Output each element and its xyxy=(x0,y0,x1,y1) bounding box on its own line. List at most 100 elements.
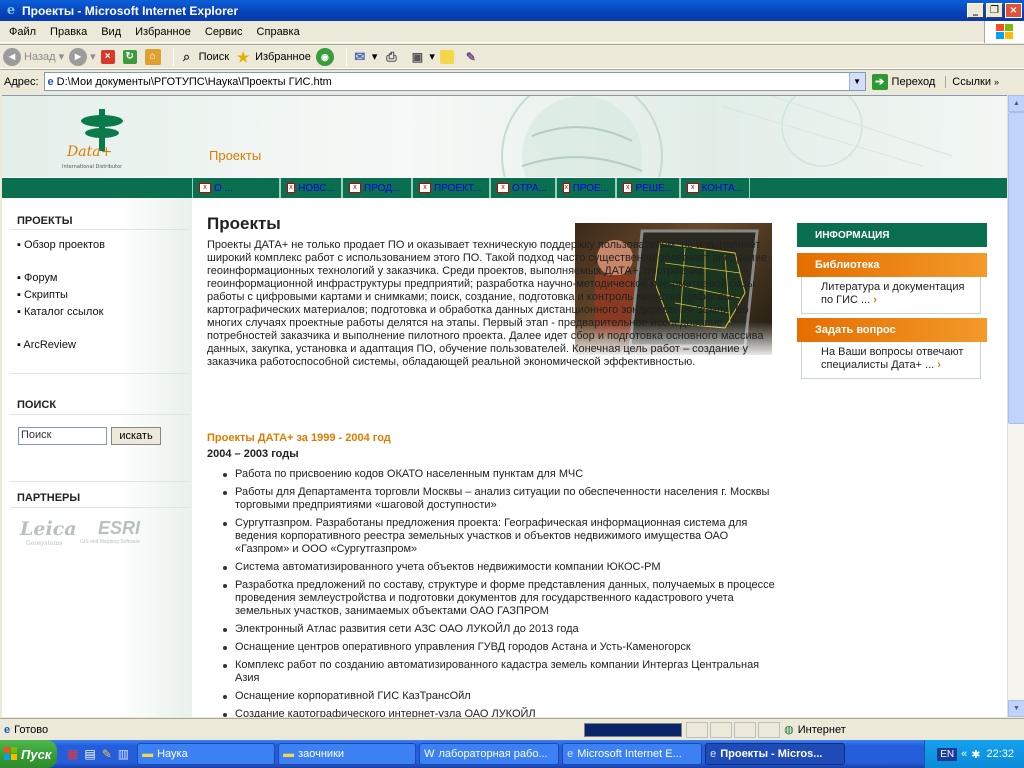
sidebar-item-forum[interactable]: ▪ Форум xyxy=(17,272,57,284)
stop-icon: × xyxy=(100,49,115,64)
app-icon[interactable]: ▥ xyxy=(118,747,129,761)
vertical-scrollbar[interactable]: ▲ ▼ xyxy=(1007,95,1024,717)
status-pane xyxy=(758,721,781,738)
media-button[interactable]: ◉ xyxy=(315,47,337,66)
favorites-label: Избранное xyxy=(255,50,311,63)
nav-item-news[interactable]: x НОВС... xyxy=(280,178,342,198)
search-icon: ⌕ xyxy=(183,48,191,64)
forward-arrow-icon: ► xyxy=(69,47,88,66)
links-chevron-icon[interactable]: » xyxy=(994,77,999,87)
nav-item-contacts[interactable]: x КОНТА... xyxy=(680,178,750,198)
taskbar-item[interactable]: Wлабораторная рабо... xyxy=(419,743,560,765)
library-description[interactable]: Литература и документация по ГИС ... › xyxy=(801,277,981,314)
home-button[interactable]: ⌂ xyxy=(144,48,164,65)
partner-esri-logo[interactable]: ESRI GIS and Mapping Software xyxy=(80,518,140,545)
list-item: Оснащение корпоративной ГИС КазТрансОйл xyxy=(223,690,780,703)
app-icon[interactable]: ▦ xyxy=(67,747,78,761)
sidebar-item-links-catalog[interactable]: ▪ Каталог ссылок xyxy=(17,306,103,318)
nav-item-projects[interactable]: x ПРОЕКТ... xyxy=(412,178,490,198)
scroll-down-arrow-icon[interactable]: ▼ xyxy=(1008,700,1024,717)
toolbar-separator xyxy=(172,47,174,66)
title-bar: e Проекты - Microsoft Internet Explorer … xyxy=(0,0,1024,21)
mail-button[interactable]: ✉ ▾ xyxy=(351,48,377,66)
info-panel: ИНФОРМАЦИЯ Библиотека Литература и докум… xyxy=(797,223,987,379)
back-arrow-icon: ◄ xyxy=(3,47,21,66)
app-icon[interactable]: ▤ xyxy=(84,747,95,761)
menu-file[interactable]: Файл xyxy=(2,26,43,38)
menu-favorites[interactable]: Избранное xyxy=(128,26,198,38)
header-section-title: Проекты xyxy=(209,148,262,163)
ask-question-link[interactable]: Задать вопрос xyxy=(797,318,987,342)
broken-image-icon: x xyxy=(623,183,633,193)
research-button[interactable]: ✎ xyxy=(462,48,483,66)
progress-bar xyxy=(584,722,683,737)
sidebar-item-arcreview[interactable]: ▪ ArcReview xyxy=(17,339,76,351)
language-indicator[interactable]: EN xyxy=(937,747,958,761)
internet-zone-icon: ◍ xyxy=(784,724,794,736)
tray-app-icon[interactable]: ✱ xyxy=(971,748,980,761)
taskbar-item[interactable]: ▬ Наука xyxy=(137,743,276,765)
maximize-button[interactable]: ❐ xyxy=(986,3,1003,18)
edit-button[interactable]: ▣ ▾ xyxy=(408,48,435,66)
library-link[interactable]: Библиотека xyxy=(797,253,987,277)
media-icon: ◉ xyxy=(315,47,334,66)
window-title: Проекты - Microsoft Internet Explorer xyxy=(22,3,239,18)
refresh-button[interactable]: ↻ xyxy=(122,49,140,64)
start-button[interactable]: Пуск xyxy=(0,740,57,768)
logo-text: Data+ xyxy=(66,144,112,160)
taskbar-item[interactable]: ▬ заочники xyxy=(278,743,417,765)
site-search-input[interactable]: Поиск xyxy=(18,427,107,445)
back-button[interactable]: ◄ Назад ▾ xyxy=(3,47,64,66)
scroll-thumb[interactable] xyxy=(1008,112,1024,424)
menu-bar: Файл Правка Вид Избранное Сервис Справка xyxy=(0,21,1024,43)
stop-button[interactable]: × xyxy=(100,49,118,64)
broken-image-icon: x xyxy=(349,183,361,193)
menu-help[interactable]: Справка xyxy=(250,26,307,38)
forward-button[interactable]: ► ▾ xyxy=(69,47,96,66)
site-search-button[interactable]: искать xyxy=(111,427,161,445)
menu-view[interactable]: Вид xyxy=(94,26,128,38)
site-logo[interactable]: Data+ International Distributor xyxy=(57,104,152,174)
page-file-icon: e xyxy=(47,75,54,88)
nav-item-solutions[interactable]: x РЕШЕ... xyxy=(616,178,680,198)
sidebar-item-scripts[interactable]: ▪ Скрипты xyxy=(17,289,68,301)
links-button[interactable]: Ссылки xyxy=(945,75,991,88)
taskbar-item[interactable]: e Проекты - Micros... xyxy=(705,743,846,765)
research-icon: ✎ xyxy=(465,49,476,64)
ask-question-description[interactable]: На Ваши вопросы отвечают специалисты Дат… xyxy=(801,342,981,379)
sidebar-item-overview[interactable]: ▪ Обзор проектов xyxy=(17,239,105,251)
app-icon[interactable]: ✎ xyxy=(102,747,112,761)
folder-icon: ▬ xyxy=(283,748,295,760)
menu-tools[interactable]: Сервис xyxy=(198,26,250,38)
favorites-button[interactable]: ★ Избранное xyxy=(234,48,311,66)
search-button[interactable]: ⌕ Поиск xyxy=(178,48,229,66)
section-subheading: 2004 – 2003 годы xyxy=(207,448,299,460)
address-input[interactable]: e D:\Мои документы\РГОТУПС\Наука\Проекты… xyxy=(43,72,866,91)
status-pane xyxy=(686,721,709,738)
quick-launch: ▦ ▤ ✎ ▥ xyxy=(67,747,129,761)
sidebar-search-heading: ПОИСК xyxy=(17,399,57,411)
address-label: Адрес: xyxy=(4,75,39,88)
nav-item-about[interactable]: xО ... xyxy=(192,178,280,198)
close-button[interactable]: × xyxy=(1005,3,1022,18)
menu-edit[interactable]: Правка xyxy=(43,26,94,38)
page-status-icon: e xyxy=(4,723,11,736)
discuss-button[interactable] xyxy=(439,49,457,64)
nav-item-products[interactable]: x ПРОД... xyxy=(342,178,412,198)
go-arrow-icon: ➔ xyxy=(871,73,888,90)
partner-leica-logo[interactable]: Leica Geosystems xyxy=(20,518,77,547)
print-button[interactable]: ⎙ xyxy=(382,48,403,66)
divider xyxy=(10,414,190,415)
minimize-button[interactable]: _ xyxy=(967,3,984,18)
taskbar-item[interactable]: e Microsoft Internet E... xyxy=(562,743,703,765)
tray-expand-icon[interactable]: « xyxy=(961,748,967,760)
broken-image-icon: x xyxy=(419,183,431,193)
go-button[interactable]: ➔ Переход xyxy=(871,73,935,90)
address-dropdown-icon[interactable]: ▼ xyxy=(848,73,865,90)
nav-item-industries[interactable]: x ОТРА... xyxy=(490,178,556,198)
nav-item-other[interactable]: x ПРОЕ... xyxy=(556,178,616,198)
scroll-up-arrow-icon[interactable]: ▲ xyxy=(1008,95,1024,112)
ie-icon: e xyxy=(567,748,574,760)
status-bar: e Готово ◍ Интернет xyxy=(0,718,1024,740)
windows-flag-icon xyxy=(4,747,17,760)
